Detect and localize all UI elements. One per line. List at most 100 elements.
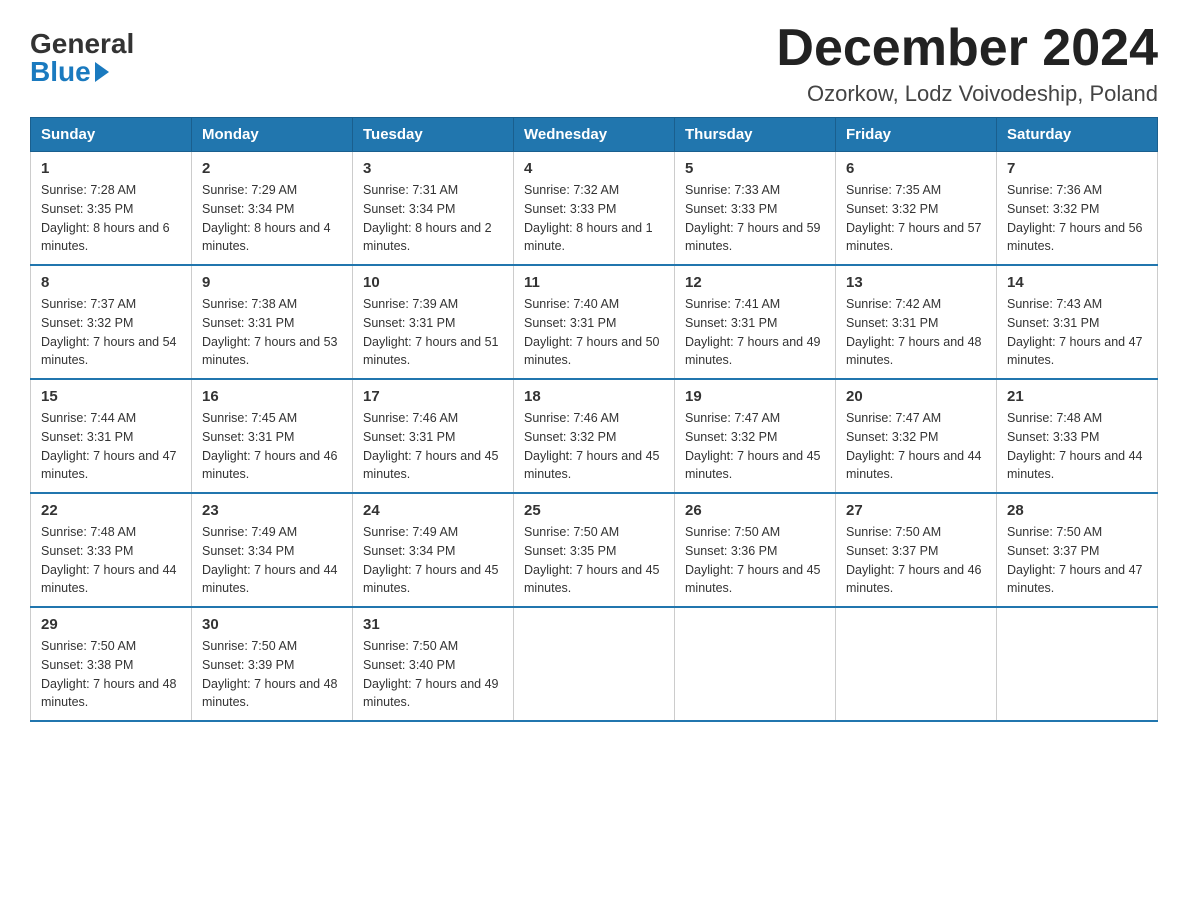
day-number: 7 xyxy=(1007,160,1147,177)
location-subtitle: Ozorkow, Lodz Voivodeship, Poland xyxy=(776,81,1158,107)
calendar-cell: 21Sunrise: 7:48 AMSunset: 3:33 PMDayligh… xyxy=(997,379,1158,493)
calendar-cell: 9 Sunrise: 7:38 AMSunset: 3:31 PMDaylight… xyxy=(192,265,353,379)
day-number: 31 xyxy=(363,616,503,633)
day-info: Sunrise: 7:50 AMSunset: 3:38 PMDaylight:… xyxy=(41,639,177,709)
day-info: Sunrise: 7:28 AMSunset: 3:35 PMDaylight:… xyxy=(41,183,170,253)
page-header: General Blue December 2024 Ozorkow, Lodz… xyxy=(30,20,1158,107)
calendar-cell: 12Sunrise: 7:41 AMSunset: 3:31 PMDayligh… xyxy=(675,265,836,379)
day-number: 9 xyxy=(202,274,342,291)
calendar-cell: 18 Sunrise: 7:46 AMSunset: 3:32 PMDayligh… xyxy=(514,379,675,493)
day-info: Sunrise: 7:37 AMSunset: 3:32 PMDaylight:… xyxy=(41,297,177,367)
day-info: Sunrise: 7:36 AMSunset: 3:32 PMDaylight:… xyxy=(1007,183,1143,253)
calendar-week-3: 15Sunrise: 7:44 AMSunset: 3:31 PMDayligh… xyxy=(31,379,1158,493)
calendar-table: SundayMondayTuesdayWednesdayThursdayFrid… xyxy=(30,117,1158,722)
calendar-cell: 14 Sunrise: 7:43 AMSunset: 3:31 PMDayligh… xyxy=(997,265,1158,379)
day-info: Sunrise: 7:38 AMSunset: 3:31 PMDaylight:… xyxy=(202,297,338,367)
day-info: Sunrise: 7:35 AMSunset: 3:32 PMDaylight:… xyxy=(846,183,982,253)
header-wednesday: Wednesday xyxy=(514,118,675,152)
calendar-cell: 3Sunrise: 7:31 AMSunset: 3:34 PMDaylight… xyxy=(353,152,514,266)
day-number: 28 xyxy=(1007,502,1147,519)
day-info: Sunrise: 7:48 AMSunset: 3:33 PMDaylight:… xyxy=(41,525,177,595)
calendar-cell: 22Sunrise: 7:48 AMSunset: 3:33 PMDayligh… xyxy=(31,493,192,607)
day-number: 30 xyxy=(202,616,342,633)
day-number: 24 xyxy=(363,502,503,519)
logo: General Blue xyxy=(30,30,134,86)
day-number: 6 xyxy=(846,160,986,177)
day-number: 15 xyxy=(41,388,181,405)
day-number: 19 xyxy=(685,388,825,405)
day-number: 27 xyxy=(846,502,986,519)
day-info: Sunrise: 7:47 AMSunset: 3:32 PMDaylight:… xyxy=(685,411,821,481)
day-number: 2 xyxy=(202,160,342,177)
calendar-cell: 19 Sunrise: 7:47 AMSunset: 3:32 PMDayligh… xyxy=(675,379,836,493)
day-number: 4 xyxy=(524,160,664,177)
calendar-week-2: 8 Sunrise: 7:37 AMSunset: 3:32 PMDaylight… xyxy=(31,265,1158,379)
day-info: Sunrise: 7:49 AMSunset: 3:34 PMDaylight:… xyxy=(363,525,499,595)
calendar-cell: 10 Sunrise: 7:39 AMSunset: 3:31 PMDayligh… xyxy=(353,265,514,379)
calendar-week-5: 29 Sunrise: 7:50 AMSunset: 3:38 PMDayligh… xyxy=(31,607,1158,721)
day-info: Sunrise: 7:42 AMSunset: 3:31 PMDaylight:… xyxy=(846,297,982,367)
calendar-cell: 11 Sunrise: 7:40 AMSunset: 3:31 PMDayligh… xyxy=(514,265,675,379)
calendar-cell xyxy=(997,607,1158,721)
header-monday: Monday xyxy=(192,118,353,152)
day-info: Sunrise: 7:50 AMSunset: 3:37 PMDaylight:… xyxy=(1007,525,1143,595)
day-info: Sunrise: 7:29 AMSunset: 3:34 PMDaylight:… xyxy=(202,183,331,253)
day-number: 17 xyxy=(363,388,503,405)
header-tuesday: Tuesday xyxy=(353,118,514,152)
calendar-cell: 6 Sunrise: 7:35 AMSunset: 3:32 PMDaylight… xyxy=(836,152,997,266)
day-number: 13 xyxy=(846,274,986,291)
day-info: Sunrise: 7:50 AMSunset: 3:36 PMDaylight:… xyxy=(685,525,821,595)
header-saturday: Saturday xyxy=(997,118,1158,152)
day-info: Sunrise: 7:45 AMSunset: 3:31 PMDaylight:… xyxy=(202,411,338,481)
calendar-cell: 7 Sunrise: 7:36 AMSunset: 3:32 PMDaylight… xyxy=(997,152,1158,266)
day-info: Sunrise: 7:41 AMSunset: 3:31 PMDaylight:… xyxy=(685,297,821,367)
calendar-cell: 24 Sunrise: 7:49 AMSunset: 3:34 PMDayligh… xyxy=(353,493,514,607)
calendar-cell: 27 Sunrise: 7:50 AMSunset: 3:37 PMDayligh… xyxy=(836,493,997,607)
calendar-cell: 30 Sunrise: 7:50 AMSunset: 3:39 PMDayligh… xyxy=(192,607,353,721)
calendar-header: SundayMondayTuesdayWednesdayThursdayFrid… xyxy=(31,118,1158,152)
day-info: Sunrise: 7:50 AMSunset: 3:37 PMDaylight:… xyxy=(846,525,982,595)
day-number: 16 xyxy=(202,388,342,405)
day-number: 5 xyxy=(685,160,825,177)
calendar-cell: 20Sunrise: 7:47 AMSunset: 3:32 PMDayligh… xyxy=(836,379,997,493)
day-info: Sunrise: 7:50 AMSunset: 3:39 PMDaylight:… xyxy=(202,639,338,709)
logo-arrow-icon xyxy=(95,62,109,82)
day-info: Sunrise: 7:49 AMSunset: 3:34 PMDaylight:… xyxy=(202,525,338,595)
calendar-week-4: 22Sunrise: 7:48 AMSunset: 3:33 PMDayligh… xyxy=(31,493,1158,607)
logo-general-text: General xyxy=(30,30,134,58)
calendar-week-1: 1 Sunrise: 7:28 AMSunset: 3:35 PMDaylight… xyxy=(31,152,1158,266)
calendar-cell: 2 Sunrise: 7:29 AMSunset: 3:34 PMDaylight… xyxy=(192,152,353,266)
day-info: Sunrise: 7:33 AMSunset: 3:33 PMDaylight:… xyxy=(685,183,821,253)
day-number: 14 xyxy=(1007,274,1147,291)
calendar-cell: 1 Sunrise: 7:28 AMSunset: 3:35 PMDaylight… xyxy=(31,152,192,266)
month-title: December 2024 xyxy=(776,20,1158,77)
day-number: 10 xyxy=(363,274,503,291)
day-number: 21 xyxy=(1007,388,1147,405)
day-info: Sunrise: 7:43 AMSunset: 3:31 PMDaylight:… xyxy=(1007,297,1143,367)
day-info: Sunrise: 7:40 AMSunset: 3:31 PMDaylight:… xyxy=(524,297,660,367)
calendar-cell: 26Sunrise: 7:50 AMSunset: 3:36 PMDayligh… xyxy=(675,493,836,607)
calendar-cell: 8 Sunrise: 7:37 AMSunset: 3:32 PMDaylight… xyxy=(31,265,192,379)
calendar-cell: 13 Sunrise: 7:42 AMSunset: 3:31 PMDayligh… xyxy=(836,265,997,379)
day-number: 1 xyxy=(41,160,181,177)
day-number: 29 xyxy=(41,616,181,633)
day-info: Sunrise: 7:50 AMSunset: 3:35 PMDaylight:… xyxy=(524,525,660,595)
calendar-cell: 23 Sunrise: 7:49 AMSunset: 3:34 PMDayligh… xyxy=(192,493,353,607)
day-number: 18 xyxy=(524,388,664,405)
calendar-cell: 17Sunrise: 7:46 AMSunset: 3:31 PMDayligh… xyxy=(353,379,514,493)
day-number: 20 xyxy=(846,388,986,405)
day-info: Sunrise: 7:39 AMSunset: 3:31 PMDaylight:… xyxy=(363,297,499,367)
day-number: 23 xyxy=(202,502,342,519)
calendar-cell: 31Sunrise: 7:50 AMSunset: 3:40 PMDayligh… xyxy=(353,607,514,721)
day-number: 8 xyxy=(41,274,181,291)
day-number: 11 xyxy=(524,274,664,291)
header-thursday: Thursday xyxy=(675,118,836,152)
calendar-cell: 15Sunrise: 7:44 AMSunset: 3:31 PMDayligh… xyxy=(31,379,192,493)
day-info: Sunrise: 7:46 AMSunset: 3:32 PMDaylight:… xyxy=(524,411,660,481)
calendar-cell: 28 Sunrise: 7:50 AMSunset: 3:37 PMDayligh… xyxy=(997,493,1158,607)
day-number: 25 xyxy=(524,502,664,519)
calendar-cell: 16 Sunrise: 7:45 AMSunset: 3:31 PMDayligh… xyxy=(192,379,353,493)
calendar-cell: 5 Sunrise: 7:33 AMSunset: 3:33 PMDaylight… xyxy=(675,152,836,266)
calendar-body: 1 Sunrise: 7:28 AMSunset: 3:35 PMDaylight… xyxy=(31,152,1158,722)
calendar-cell: 4Sunrise: 7:32 AMSunset: 3:33 PMDaylight… xyxy=(514,152,675,266)
